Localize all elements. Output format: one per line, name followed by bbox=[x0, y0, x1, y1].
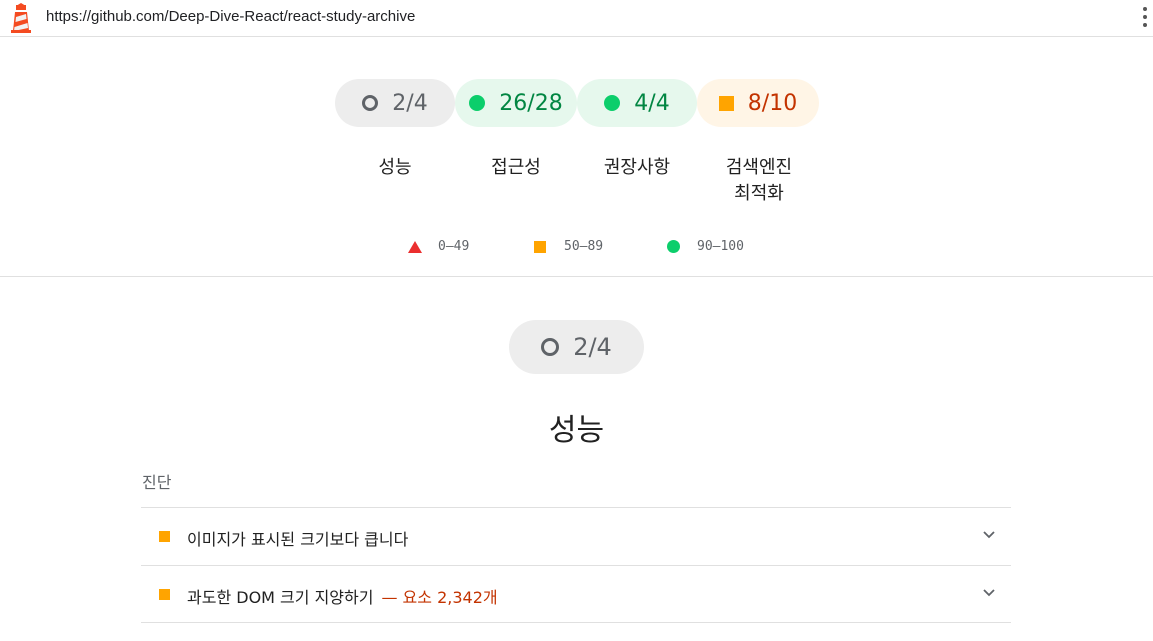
average-square-icon bbox=[159, 531, 170, 542]
audit-item[interactable]: 이미지가 표시된 크기보다 큽니다 bbox=[141, 507, 1011, 565]
gauge-seo[interactable]: 8/10 bbox=[697, 79, 819, 127]
gauge-performance[interactable]: 2/4 bbox=[335, 79, 455, 127]
legend-pass-range: 90–100 bbox=[697, 239, 744, 254]
gauge-score: 26/28 bbox=[499, 90, 563, 116]
audit-title-text: 과도한 DOM 크기 지양하기 bbox=[187, 588, 374, 607]
neutral-ring-icon bbox=[541, 338, 560, 356]
gauge-label-performance[interactable]: 성능 bbox=[335, 155, 455, 181]
fail-triangle-icon bbox=[408, 240, 422, 253]
gauge-accessibility[interactable]: 26/28 bbox=[455, 79, 577, 127]
more-menu-icon[interactable] bbox=[1141, 7, 1149, 31]
gauge-best-practices[interactable]: 4/4 bbox=[577, 79, 697, 127]
legend-pass: 90–100 bbox=[667, 239, 744, 254]
audit-title: 이미지가 표시된 크기보다 큽니다 bbox=[187, 526, 408, 550]
score-legend: 0–49 50–89 90–100 bbox=[0, 239, 1153, 259]
chevron-down-icon[interactable] bbox=[983, 528, 995, 540]
lighthouse-logo-icon bbox=[11, 3, 31, 33]
gauge-score: 8/10 bbox=[747, 90, 798, 116]
section-divider bbox=[0, 276, 1153, 277]
diagnostics-label: 진단 bbox=[142, 473, 172, 492]
gauge-label-seo[interactable]: 검색엔진 최적화 bbox=[697, 155, 821, 207]
neutral-ring-icon bbox=[362, 95, 379, 111]
audit-display-value: — 요소 2,342개 bbox=[381, 588, 498, 607]
legend-fail: 0–49 bbox=[408, 239, 469, 254]
legend-fail-range: 0–49 bbox=[438, 239, 470, 254]
pass-circle-icon bbox=[469, 95, 486, 111]
average-square-icon bbox=[159, 589, 170, 600]
gauge-label-accessibility[interactable]: 접근성 bbox=[455, 155, 577, 181]
gauge-label-seo-line1: 검색엔진 bbox=[725, 157, 793, 178]
audit-title-text: 이미지가 표시된 크기보다 큽니다 bbox=[187, 530, 409, 549]
section-score: 2/4 bbox=[573, 333, 612, 361]
pass-circle-icon bbox=[604, 95, 621, 111]
pass-circle-icon bbox=[667, 240, 680, 253]
chevron-down-icon[interactable] bbox=[983, 586, 995, 598]
audit-title: 과도한 DOM 크기 지양하기 — 요소 2,342개 bbox=[187, 584, 498, 608]
average-square-icon bbox=[534, 240, 546, 253]
average-square-icon bbox=[718, 95, 734, 111]
category-gauges: 2/4 26/28 4/4 8/10 bbox=[335, 79, 819, 127]
section-title: 성능 bbox=[548, 413, 605, 448]
gauge-score: 2/4 bbox=[392, 90, 428, 116]
legend-average-range: 50–89 bbox=[564, 239, 604, 254]
section-gauge-performance: 2/4 bbox=[509, 320, 644, 374]
gauge-label-best-practices[interactable]: 권장사항 bbox=[577, 155, 697, 181]
address-bar: https://github.com/Deep-Dive-React/react… bbox=[0, 0, 1153, 37]
legend-average: 50–89 bbox=[534, 239, 603, 254]
gauge-label-seo-line2: 최적화 bbox=[734, 183, 784, 204]
audit-item[interactable]: 과도한 DOM 크기 지양하기 — 요소 2,342개 bbox=[141, 565, 1011, 623]
url-text[interactable]: https://github.com/Deep-Dive-React/react… bbox=[46, 8, 415, 25]
gauge-score: 4/4 bbox=[634, 90, 670, 116]
